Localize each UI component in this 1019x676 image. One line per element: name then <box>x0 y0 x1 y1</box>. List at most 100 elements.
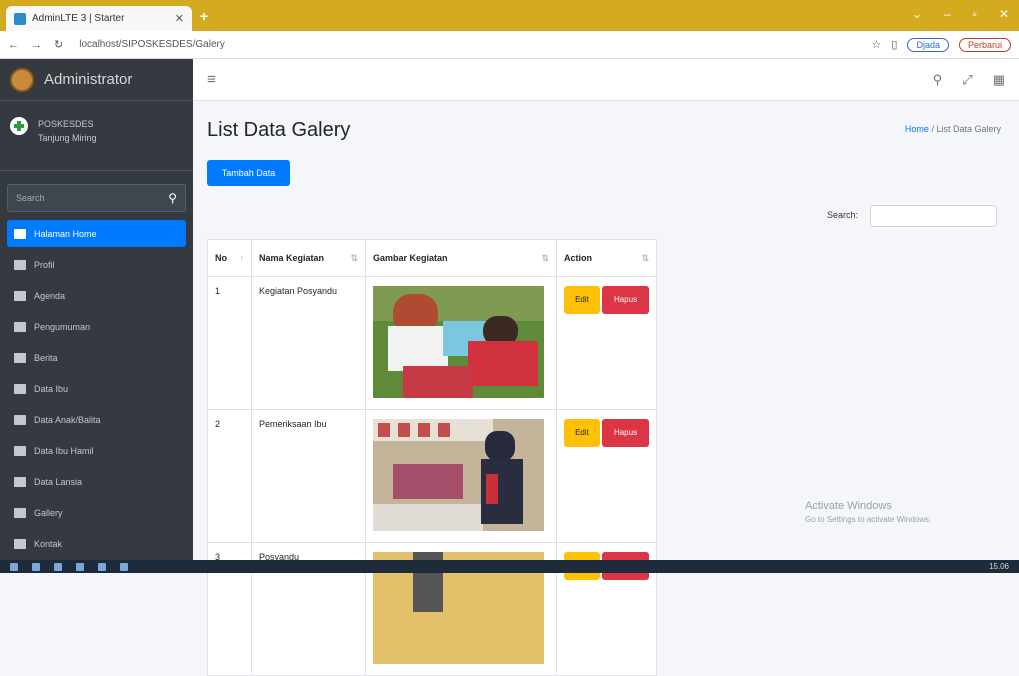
sidebar-item-label: Gallery <box>34 507 63 518</box>
search-icon[interactable] <box>32 562 40 571</box>
page-title: List Data Galery <box>207 119 351 141</box>
breadcrumb-current: List Data Galery <box>936 124 1001 134</box>
url-field[interactable]: localhost/SIPOSKESDES/Galery <box>79 39 225 50</box>
sidebar-item-label: Berita <box>34 352 58 363</box>
app-icon[interactable] <box>120 562 128 571</box>
sidebar-item-label: Data Ibu <box>34 383 69 394</box>
watermark-title: Activate Windows <box>805 500 892 512</box>
task-view-icon[interactable] <box>54 562 62 571</box>
edit-button[interactable]: Edit <box>564 419 600 447</box>
cell-no: 2 <box>207 409 252 543</box>
back-icon[interactable]: ← <box>8 39 19 51</box>
folder-icon <box>14 476 26 487</box>
sidebar-icon[interactable]: ▯ <box>891 38 897 51</box>
breadcrumb-home[interactable]: Home <box>905 124 929 134</box>
browser-icon[interactable] <box>76 562 84 571</box>
sidebar-item-label: Pengumuman <box>34 321 91 332</box>
update-button[interactable]: Perbarui <box>958 37 1011 52</box>
address-bar: ← → ↻ localhost/SIPOSKESDES/Galery ☆ ▯ D… <box>0 31 1019 59</box>
sidebar-search[interactable]: Search ⚲ <box>7 184 186 212</box>
content-wrapper: List Data Galery Home / List Data Galery… <box>193 101 1019 676</box>
reload-icon[interactable]: ↻ <box>54 38 63 51</box>
user-name[interactable]: POSKESDES <box>38 117 97 131</box>
sort-icon: ⇅ <box>641 252 649 263</box>
taskbar: 15.06 <box>0 560 1019 573</box>
delete-button[interactable]: Hapus <box>602 419 649 447</box>
breadcrumb: Home / List Data Galery <box>905 124 1001 134</box>
add-data-button[interactable]: Tambah Data <box>207 160 290 186</box>
top-navbar: ≡ ⚲ ⤢ ▦ <box>193 59 1019 101</box>
sort-icon: ⇅ <box>350 252 358 263</box>
maximize-icon[interactable]: ▫ <box>973 7 977 21</box>
new-tab-icon[interactable]: + <box>200 8 208 24</box>
menu-toggle-icon[interactable]: ≡ <box>207 71 216 88</box>
card-icon <box>14 321 26 332</box>
table-search-input[interactable] <box>870 205 997 227</box>
close-icon[interactable]: ✕ <box>175 12 184 25</box>
tab-title: AdminLTE 3 | Starter <box>32 13 125 24</box>
forward-icon[interactable]: → <box>31 39 42 51</box>
gallery-table: No ↑ Nama Kegiatan ⇅ Gambar Kegiatan ⇅ Acti… <box>207 239 657 676</box>
folder-icon <box>14 538 26 549</box>
folder-icon[interactable] <box>98 562 106 571</box>
cell-nama: Pemeriksaan Ibu <box>251 409 366 543</box>
column-header-gambar[interactable]: Gambar Kegiatan ⇅ <box>365 239 557 277</box>
folder-icon <box>14 414 26 425</box>
window-controls: ⌄ – ▫ ✕ <box>912 7 1009 21</box>
sidebar-item-agenda[interactable]: Agenda <box>7 282 186 309</box>
table-row: 2 Pemeriksaan Ibu Edit Hapus <box>207 409 657 543</box>
column-header-no[interactable]: No ↑ <box>207 239 252 277</box>
column-header-action[interactable]: Action ⇅ <box>556 239 657 277</box>
sidebar-item-profil[interactable]: Profil <box>7 251 186 278</box>
sidebar-item-label: Data Anak/Balita <box>34 414 101 425</box>
edit-button[interactable]: Edit <box>564 286 600 314</box>
sidebar-item-gallery[interactable]: Gallery <box>7 499 186 526</box>
table-row: 1 Kegiatan Posyandu Edit Hapus <box>207 276 657 410</box>
search-icon[interactable]: ⚲ <box>168 191 177 205</box>
sidebar-item-kontak[interactable]: Kontak <box>7 530 186 557</box>
sidebar-item-berita[interactable]: Berita <box>7 344 186 371</box>
windows-start-icon[interactable] <box>10 562 18 571</box>
cell-gambar <box>365 276 557 410</box>
profile-card-icon <box>14 259 26 270</box>
browser-tab[interactable]: AdminLTE 3 | Starter ✕ <box>6 6 192 31</box>
star-icon[interactable]: ☆ <box>872 38 882 51</box>
windows-activation-watermark: Activate Windows Go to Settings to activ… <box>805 499 931 527</box>
sidebar-item-data-ibu-hamil[interactable]: Data Ibu Hamil <box>7 437 186 464</box>
sidebar-item-pengumuman[interactable]: Pengumuman <box>7 313 186 340</box>
cell-action: EditHapus <box>556 409 657 543</box>
user-panel: POSKESDES Tanjung Miring <box>0 101 193 171</box>
sidebar-item-label: Agenda <box>34 290 66 301</box>
minimize-icon[interactable]: – <box>944 7 951 21</box>
sidebar-item-label: Profil <box>34 259 55 270</box>
profile-button[interactable]: Djada <box>907 37 949 52</box>
home-icon <box>14 228 26 239</box>
cell-action: EditHapus <box>556 276 657 410</box>
brand-link[interactable]: Administrator <box>0 59 193 101</box>
close-window-icon[interactable]: ✕ <box>999 7 1009 21</box>
medical-cross-icon <box>10 117 28 135</box>
watermark-subtitle: Go to Settings to activate Windows. <box>805 515 932 524</box>
user-location: Tanjung Miring <box>38 133 97 143</box>
sort-icon: ↑ <box>239 253 245 263</box>
sidebar-item-data-ibu[interactable]: Data Ibu <box>7 375 186 402</box>
clock[interactable]: 15.06 <box>989 562 1009 571</box>
folder-icon <box>14 507 26 518</box>
sidebar-item-data-anak[interactable]: Data Anak/Balita <box>7 406 186 433</box>
activity-photo <box>373 419 544 531</box>
brand-text: Administrator <box>44 71 133 88</box>
column-header-nama[interactable]: Nama Kegiatan ⇅ <box>251 239 366 277</box>
folder-icon <box>14 383 26 394</box>
delete-button[interactable]: Hapus <box>602 286 649 314</box>
sidebar-search-input[interactable]: Search <box>16 193 45 203</box>
sort-icon: ⇅ <box>541 252 549 263</box>
sidebar-item-label: Data Lansia <box>34 476 83 487</box>
grid-icon[interactable]: ▦ <box>993 72 1005 88</box>
search-icon[interactable]: ⚲ <box>933 72 943 88</box>
activity-photo <box>373 286 544 398</box>
sidebar-item-data-lansia[interactable]: Data Lansia <box>7 468 186 495</box>
sidebar-item-home[interactable]: Halaman Home <box>7 220 186 247</box>
chevron-down-icon[interactable]: ⌄ <box>912 7 922 21</box>
browser-tabstrip: AdminLTE 3 | Starter ✕ + ⌄ – ▫ ✕ <box>0 0 1019 31</box>
fullscreen-icon[interactable]: ⤢ <box>962 72 972 88</box>
